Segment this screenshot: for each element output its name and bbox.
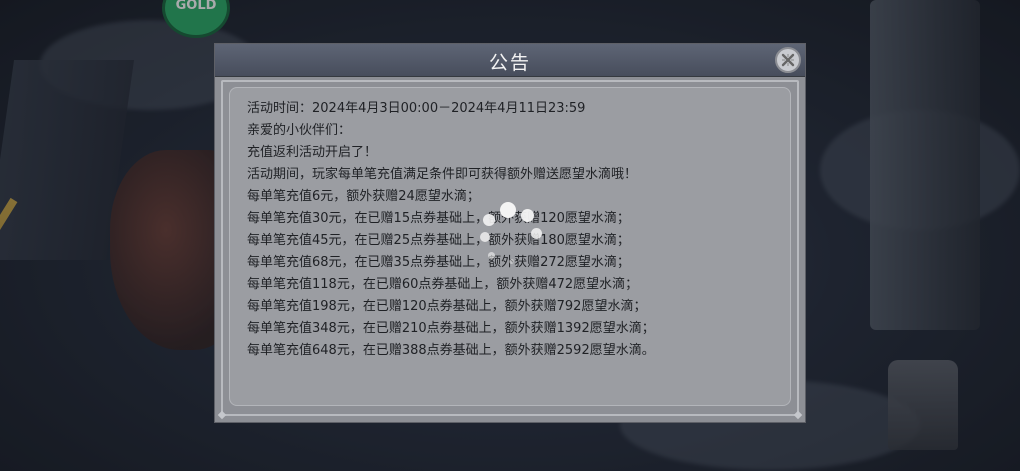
dialog-header: 公告	[215, 44, 805, 77]
close-icon	[781, 53, 795, 67]
spinner-dot	[488, 252, 495, 259]
notice-line: 每单笔充值648元，在已赠388点券基础上，额外获赠2592愿望水滴。	[247, 343, 655, 358]
notice-line: 每单笔充值198元，在已赠120点券基础上，额外获赠792愿望水滴；	[247, 299, 647, 314]
notice-line: 活动时间：2024年4月3日00:00－2024年4月11日23:59	[247, 101, 586, 116]
notice-line: 每单笔充值348元，在已赠210点券基础上，额外获赠1392愿望水滴；	[247, 321, 655, 336]
close-button[interactable]	[775, 47, 801, 73]
spinner-dot	[483, 214, 495, 226]
spinner-dot	[531, 228, 542, 239]
loading-spinner-icon	[480, 200, 550, 270]
spinner-dot	[509, 259, 514, 264]
notice-line: 每单笔充值118元，在已赠60点券基础上，额外获赠472愿望水滴；	[247, 277, 639, 292]
spinner-dot	[480, 232, 490, 242]
spinner-dot	[521, 209, 534, 222]
spinner-dot	[500, 202, 516, 218]
frame-corner	[793, 410, 803, 420]
notice-line: 亲爱的小伙伴们：	[247, 123, 352, 138]
notice-line: 活动期间，玩家每单笔充值满足条件即可获得额外赠送愿望水滴哦！	[247, 167, 638, 182]
dialog-title: 公告	[488, 52, 531, 74]
notice-line: 充值返利活动开启了！	[247, 145, 378, 160]
